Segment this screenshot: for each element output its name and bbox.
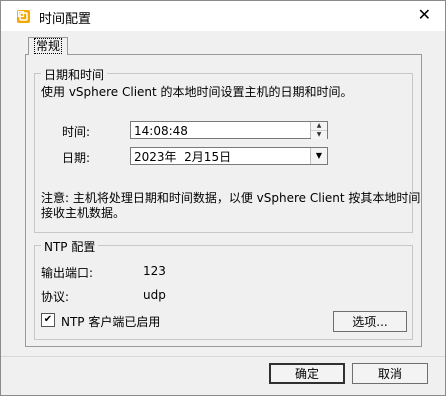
spin-up-icon[interactable]: ▲	[311, 122, 327, 131]
port-label: 输出端口:	[41, 266, 94, 280]
options-button[interactable]: 选项...	[333, 311, 407, 332]
ntp-group: NTP 配置 输出端口: 123 协议: udp ✔ NTP 客户端已启用 选项…	[34, 238, 413, 340]
note-line-2: 接收主机数据。	[41, 206, 126, 220]
tab-general-label: 常规	[33, 38, 63, 54]
time-input[interactable]: 14:08:48 ▲ ▼	[130, 121, 328, 139]
footer-divider	[1, 356, 445, 357]
protocol-value: udp	[143, 288, 166, 302]
tab-panel-general: 日期和时间 使用 vSphere Client 的本地时间设置主机的日期和时间。…	[25, 54, 422, 347]
datetime-group: 日期和时间 使用 vSphere Client 的本地时间设置主机的日期和时间。…	[34, 66, 420, 233]
title-bar[interactable]: 时间配置 ✕	[1, 1, 445, 31]
window-title: 时间配置	[39, 12, 92, 27]
datetime-group-title: 日期和时间	[41, 66, 108, 83]
chevron-down-icon[interactable]: ▼	[310, 148, 327, 164]
port-value: 123	[143, 264, 166, 278]
spin-down-icon[interactable]: ▼	[311, 131, 327, 139]
datetime-description: 使用 vSphere Client 的本地时间设置主机的日期和时间。	[41, 85, 353, 99]
cancel-button[interactable]: 取消	[352, 363, 428, 384]
time-label: 时间:	[62, 125, 91, 139]
vsphere-app-icon	[17, 10, 30, 23]
tab-general[interactable]: 常规	[28, 37, 68, 55]
ok-button[interactable]: 确定	[269, 363, 345, 384]
date-label: 日期:	[62, 151, 91, 165]
time-value: 14:08:48	[134, 124, 188, 138]
protocol-label: 协议:	[41, 290, 70, 304]
time-config-dialog: 时间配置 ✕ 常规 日期和时间 使用 vSphere Client 的本地时间设…	[0, 0, 446, 396]
time-spinner[interactable]: ▲ ▼	[310, 122, 327, 139]
ntp-client-checkbox[interactable]: ✔	[41, 313, 55, 327]
date-picker[interactable]: 2023年 2月15日 ▼	[130, 147, 328, 165]
checkmark-icon: ✔	[43, 314, 53, 325]
ntp-client-enabled-label[interactable]: NTP 客户端已启用	[61, 313, 160, 330]
date-value: 2023年 2月15日	[134, 150, 232, 164]
close-icon[interactable]: ✕	[418, 6, 431, 24]
ntp-group-title: NTP 配置	[41, 238, 99, 255]
